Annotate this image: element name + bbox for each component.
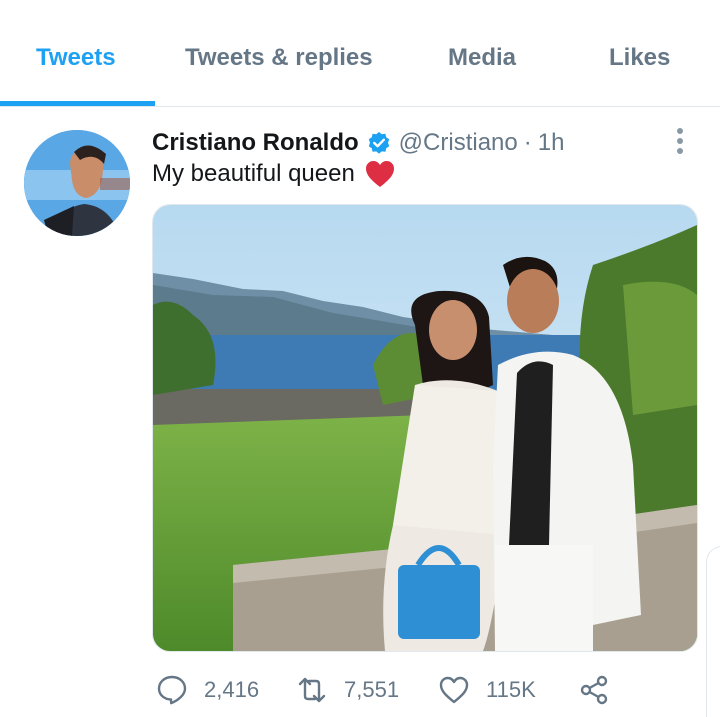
- retweet-button[interactable]: 7,551: [296, 668, 399, 712]
- tweet-timestamp[interactable]: 1h: [538, 129, 565, 157]
- verified-badge-icon: [368, 132, 389, 154]
- floating-panel-edge: [706, 546, 720, 717]
- heart-emoji-icon: [365, 161, 394, 187]
- avatar[interactable]: [24, 130, 130, 236]
- like-icon: [439, 676, 469, 704]
- retweet-icon: [298, 677, 326, 703]
- tweet-text: My beautiful queen: [152, 160, 395, 188]
- reply-button[interactable]: 2,416: [156, 668, 259, 712]
- tweet-action-bar: 2,416 7,551 115K: [152, 668, 712, 712]
- retweet-count: 7,551: [344, 677, 400, 702]
- profile-tabs: Tweets Tweets & replies Media Likes: [0, 0, 720, 107]
- tab-media[interactable]: Media: [448, 44, 516, 72]
- avatar-image: [24, 130, 130, 236]
- header-separator: ·: [523, 129, 532, 156]
- tweet-text-content: My beautiful queen: [152, 160, 355, 187]
- share-icon: [580, 675, 608, 705]
- like-button[interactable]: 115K: [438, 668, 536, 712]
- photo-image: [153, 205, 697, 651]
- reply-icon: [157, 675, 187, 705]
- tweet-media-photo[interactable]: [152, 204, 698, 652]
- tab-tweets[interactable]: Tweets: [36, 44, 116, 72]
- author-name[interactable]: Cristiano Ronaldo: [152, 129, 359, 157]
- tab-tweets-and-replies[interactable]: Tweets & replies: [185, 44, 373, 72]
- author-handle[interactable]: @Cristiano: [399, 129, 518, 157]
- tweet-header: Cristiano Ronaldo @Cristiano · 1h: [152, 126, 564, 160]
- reply-count: 2,416: [204, 677, 260, 702]
- like-count: 115K: [486, 677, 536, 702]
- active-tab-indicator: [0, 101, 155, 106]
- tab-likes[interactable]: Likes: [609, 44, 670, 72]
- more-options-icon[interactable]: [668, 126, 692, 156]
- share-button[interactable]: [578, 668, 610, 712]
